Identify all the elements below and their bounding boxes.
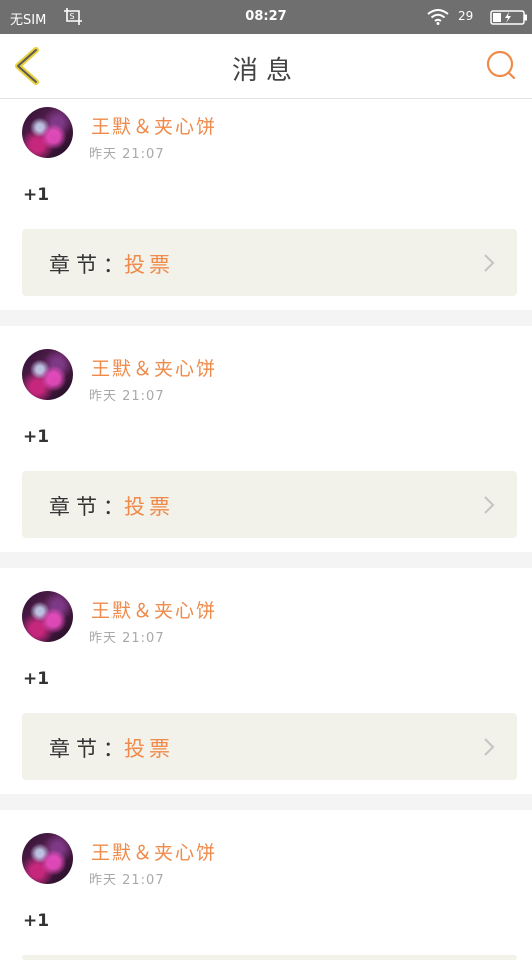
chapter-label: 章节： <box>49 495 130 519</box>
chapter-value: 投票 <box>124 253 174 277</box>
timestamp: 昨天 21:07 <box>89 631 165 646</box>
app-header: 消息 <box>0 34 532 99</box>
timestamp: 昨天 21:07 <box>89 389 165 404</box>
status-bar: 无SIM S 08:27 29 <box>0 0 532 34</box>
user-name[interactable]: 王默＆夹心饼 <box>91 354 217 381</box>
chapter-value: 投票 <box>124 495 174 519</box>
chapter-value: 投票 <box>124 737 174 761</box>
message-list: 王默＆夹心饼 昨天 21:07 +1 章节： 投票 王默＆夹心饼 昨天 21:0… <box>0 99 532 960</box>
chapter-link[interactable]: 章节： 投票 <box>22 471 517 538</box>
timestamp: 昨天 21:07 <box>89 873 165 888</box>
user-name[interactable]: 王默＆夹心饼 <box>91 596 217 623</box>
wifi-icon <box>427 9 449 25</box>
message-card: 王默＆夹心饼 昨天 21:07 +1 章节： 投票 <box>0 326 532 552</box>
avatar[interactable] <box>22 349 73 400</box>
timestamp: 昨天 21:07 <box>89 147 165 162</box>
message-content: +1 <box>23 911 50 931</box>
message-content: +1 <box>23 427 50 447</box>
user-name[interactable]: 王默＆夹心饼 <box>91 838 217 865</box>
battery-charging-icon <box>490 10 527 25</box>
avatar[interactable] <box>22 833 73 884</box>
chapter-link[interactable] <box>22 955 517 960</box>
user-name[interactable]: 王默＆夹心饼 <box>91 112 217 139</box>
chapter-label: 章节： <box>49 253 130 277</box>
message-card: 王默＆夹心饼 昨天 21:07 +1 章节： 投票 <box>0 99 532 310</box>
clock: 08:27 <box>245 9 287 24</box>
chapter-link[interactable]: 章节： 投票 <box>22 713 517 780</box>
message-card: 王默＆夹心饼 昨天 21:07 +1 章节： 投票 <box>0 568 532 794</box>
message-content: +1 <box>23 669 50 689</box>
message-card: 王默＆夹心饼 昨天 21:07 +1 <box>0 810 532 960</box>
battery-level: 29 <box>458 9 474 23</box>
chevron-right-icon <box>484 738 495 756</box>
avatar[interactable] <box>22 591 73 642</box>
avatar[interactable] <box>22 107 73 158</box>
chapter-label: 章节： <box>49 737 130 761</box>
message-content: +1 <box>23 185 50 205</box>
chevron-right-icon <box>484 254 495 272</box>
page-title: 消息 <box>231 56 300 86</box>
search-icon[interactable] <box>484 48 518 82</box>
chapter-link[interactable]: 章节： 投票 <box>22 229 517 296</box>
chevron-right-icon <box>484 496 495 514</box>
